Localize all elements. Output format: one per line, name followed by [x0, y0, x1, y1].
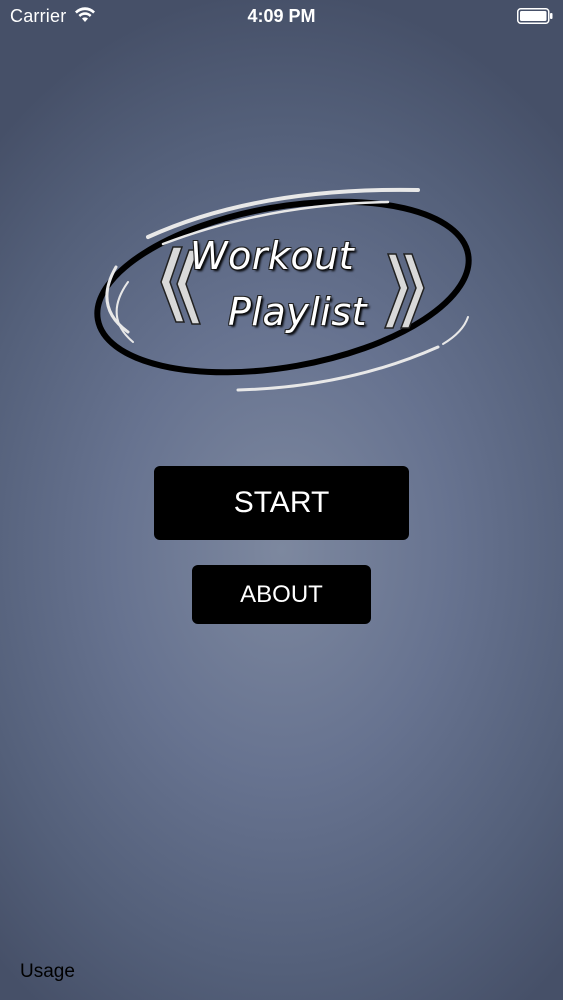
logo-text-playlist: Playlist: [228, 290, 368, 334]
status-bar: Carrier 4:09 PM: [0, 0, 563, 32]
clock-time: 4:09 PM: [247, 6, 316, 26]
logo-swoosh-right: [442, 316, 469, 345]
logo-text-workout: Workout: [190, 234, 355, 278]
about-button[interactable]: ABOUT: [192, 565, 371, 624]
start-button[interactable]: START: [154, 466, 409, 540]
logo-swoosh-left-2: [115, 281, 134, 343]
usage-link[interactable]: Usage: [20, 961, 75, 983]
battery-full-icon: [517, 8, 553, 24]
logo-right-chevrons: [383, 253, 425, 329]
